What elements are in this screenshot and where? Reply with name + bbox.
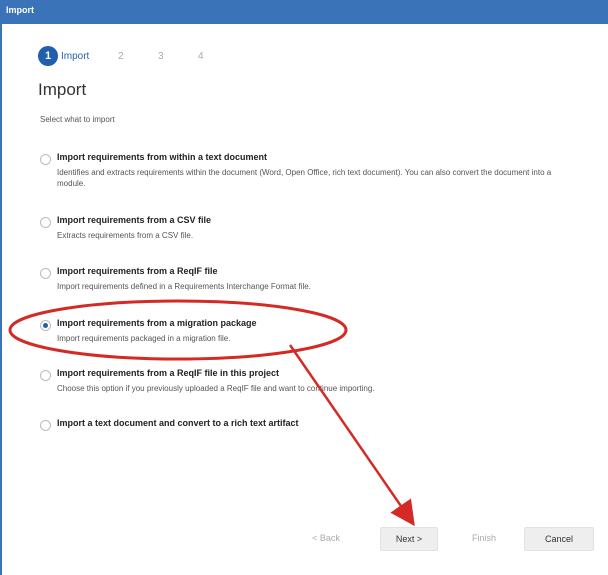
step-3-indicator: 3 xyxy=(158,51,164,62)
step-1-label: Import xyxy=(61,51,90,62)
step-2-indicator: 2 xyxy=(118,51,124,62)
option-description: Extracts requirements from a CSV file. xyxy=(57,231,194,240)
next-button[interactable]: Next > xyxy=(380,527,438,551)
step-1-indicator[interactable]: 1 xyxy=(38,46,58,66)
option-description: Choose this option if you previously upl… xyxy=(57,384,375,393)
option-title[interactable]: Import requirements from a ReqIF file in… xyxy=(57,368,279,378)
option-title[interactable]: Import requirements from a CSV file xyxy=(57,215,211,225)
option-radio[interactable] xyxy=(40,420,51,431)
finish-button[interactable]: Finish xyxy=(458,527,510,549)
step-4-indicator: 4 xyxy=(198,51,204,62)
window-title: Import xyxy=(6,5,34,15)
option-description: Identifies and extracts requirements wit… xyxy=(57,168,552,188)
import-dialog xyxy=(0,24,608,575)
option-radio-selected[interactable] xyxy=(40,320,51,331)
window-titlebar: Import xyxy=(0,0,608,24)
page-title: Import xyxy=(38,80,87,99)
back-button[interactable]: < Back xyxy=(300,527,352,549)
option-description: Import requirements defined in a Require… xyxy=(57,282,311,291)
page-subtitle: Select what to import xyxy=(40,115,115,124)
option-radio[interactable] xyxy=(40,370,51,381)
option-radio[interactable] xyxy=(40,154,51,165)
option-title[interactable]: Import requirements from a migration pac… xyxy=(57,318,257,328)
option-description: Import requirements packaged in a migrat… xyxy=(57,334,231,343)
option-title[interactable]: Import requirements from within a text d… xyxy=(57,152,267,162)
cancel-button[interactable]: Cancel xyxy=(524,527,594,551)
option-radio[interactable] xyxy=(40,268,51,279)
option-title[interactable]: Import a text document and convert to a … xyxy=(57,418,299,428)
option-title[interactable]: Import requirements from a ReqIF file xyxy=(57,266,218,276)
option-radio[interactable] xyxy=(40,217,51,228)
